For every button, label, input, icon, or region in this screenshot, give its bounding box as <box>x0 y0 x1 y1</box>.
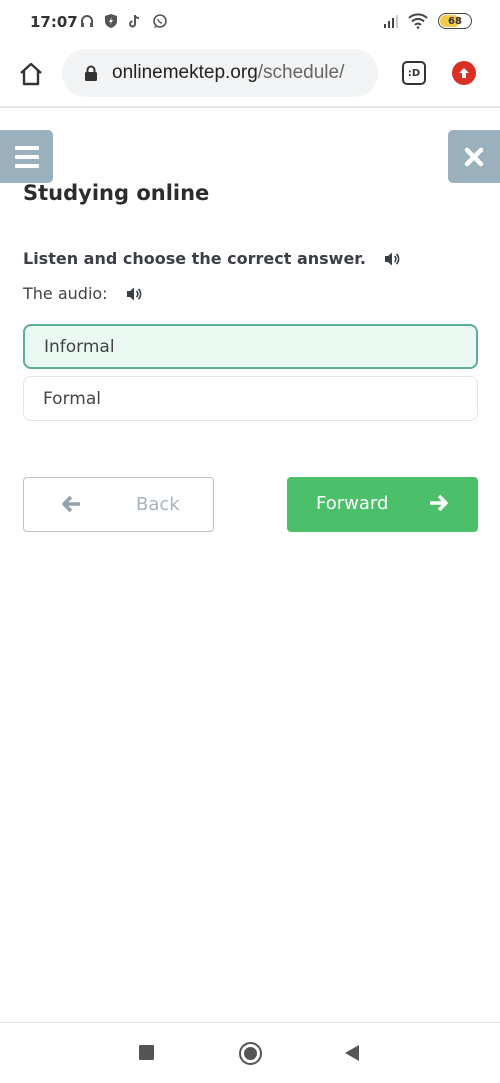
audio-label: The audio: <box>23 284 108 303</box>
back-nav-button[interactable] <box>345 1045 359 1061</box>
close-button[interactable] <box>448 130 500 183</box>
browser-toolbar: onlinemektep.org/schedule/ :D <box>0 45 500 108</box>
option-label: Informal <box>44 336 115 357</box>
hamburger-icon-line <box>14 154 39 159</box>
option-label: Formal <box>43 388 101 409</box>
home-icon <box>20 62 42 86</box>
url-text: onlinemektep.org/schedule/ <box>112 62 344 84</box>
answer-option[interactable]: Formal <box>23 376 478 421</box>
instruction-text: Listen and choose the correct answer. <box>23 249 366 268</box>
hamburger-icon-line <box>14 163 39 168</box>
arrow-left-icon <box>62 495 80 513</box>
update-button[interactable] <box>452 61 476 85</box>
forward-label: Forward <box>316 493 389 514</box>
home-nav-button[interactable] <box>239 1042 262 1065</box>
page-title: Studying online <box>23 181 210 205</box>
menu-button[interactable] <box>0 130 53 183</box>
headphones-icon <box>80 13 94 29</box>
speaker-icon[interactable] <box>384 251 402 267</box>
arrow-right-icon <box>430 494 448 512</box>
home-button[interactable] <box>16 59 46 89</box>
tab-switcher-button[interactable]: :D <box>402 61 426 85</box>
question-instruction: Listen and choose the correct answer. <box>23 249 402 268</box>
system-nav-bar <box>0 1022 500 1083</box>
whatsapp-icon <box>152 13 167 29</box>
recent-apps-button[interactable] <box>139 1045 154 1060</box>
url-path: /schedule/ <box>257 62 345 83</box>
wifi-icon <box>408 13 428 29</box>
system-status: 68 <box>384 13 472 29</box>
audio-prompt: The audio: <box>23 284 144 303</box>
shield-icon <box>104 13 118 29</box>
status-bar: 17:07 68 <box>0 0 500 45</box>
signal-icon <box>384 14 398 28</box>
home-circle-icon <box>244 1047 257 1060</box>
status-time: 17:07 <box>30 13 78 31</box>
tiktok-icon <box>128 13 142 29</box>
notification-icons <box>80 13 167 29</box>
url-domain: onlinemektep.org <box>112 62 258 83</box>
battery-level: 68 <box>448 15 462 27</box>
lock-icon <box>84 65 98 81</box>
hamburger-icon-line <box>14 145 39 150</box>
back-button[interactable]: Back <box>23 477 214 532</box>
address-bar[interactable]: onlinemektep.org/schedule/ <box>62 49 378 97</box>
forward-button[interactable]: Forward <box>287 477 478 532</box>
back-label: Back <box>136 494 180 515</box>
close-icon <box>464 147 484 166</box>
answer-option-selected[interactable]: Informal <box>23 324 478 369</box>
battery-indicator: 68 <box>438 13 472 29</box>
play-audio-icon[interactable] <box>126 286 144 302</box>
arrow-up-icon <box>459 68 469 78</box>
